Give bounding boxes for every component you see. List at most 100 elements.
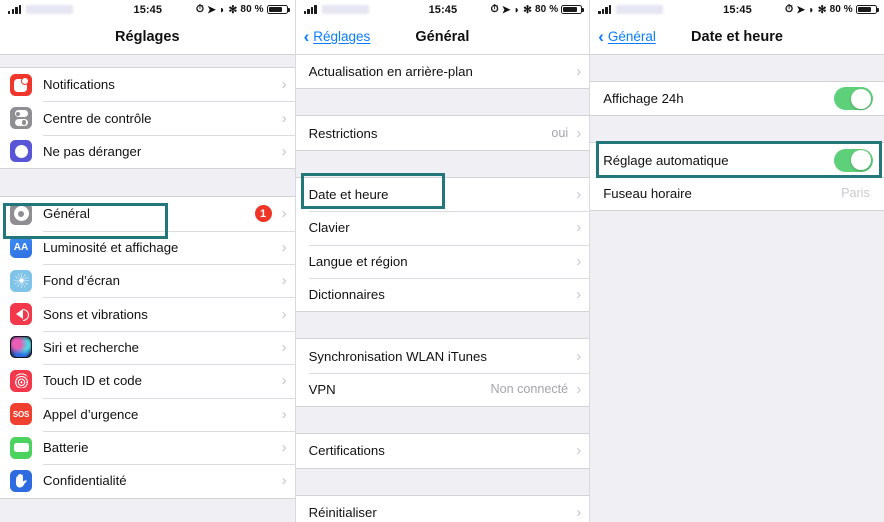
- bluetooth-icon: ✻: [523, 3, 532, 16]
- list-item-label: Siri et recherche: [43, 339, 140, 355]
- chevron-right-icon: ›: [576, 286, 582, 304]
- chevron-right-icon: ›: [281, 272, 287, 290]
- back-button-general[interactable]: ‹ Général: [598, 28, 656, 45]
- list-item-date-et-heure[interactable]: Date et heure ›: [295, 177, 590, 212]
- bluetooth-icon: ✻: [817, 3, 827, 16]
- list-item-fond-decran[interactable]: Fond d’écran ›: [0, 263, 295, 298]
- chevron-right-icon: ›: [281, 439, 287, 457]
- nav-bar-reglages: Réglages: [0, 19, 295, 55]
- chevron-right-icon: ›: [576, 252, 582, 270]
- carrier-name-redacted: [26, 5, 74, 14]
- list-item-langue-et-region[interactable]: Langue et région ›: [295, 244, 590, 278]
- status-bar-left: [8, 5, 133, 14]
- list-item-ne-pas-deranger[interactable]: Ne pas déranger ›: [0, 134, 295, 169]
- list-item-restrictions[interactable]: Restrictions oui ›: [295, 116, 590, 150]
- status-bar-left: [303, 5, 429, 14]
- list-item-reinitialiser[interactable]: Réinitialiser ›: [295, 495, 590, 522]
- settings-list-general[interactable]: Actualisation en arrière-plan › Restrict…: [295, 55, 590, 522]
- settings-group-1: Notifications › Centre de contrôle › Ne …: [0, 67, 295, 170]
- wallpaper-icon: [10, 269, 32, 292]
- section-gap: [295, 407, 590, 434]
- do-not-disturb-icon: [10, 140, 32, 163]
- list-item-value: Paris: [841, 186, 870, 201]
- section-gap: [0, 169, 295, 197]
- panel-general: 15:45 ⏱ ➤ ◗ ✻ 80 % ‹ Réglages Général Ac…: [294, 0, 590, 522]
- status-bar: 15:45 ⏱ ➤ ◗ ✻ 80 %: [0, 0, 295, 19]
- list-item-label: Réglage automatique: [603, 152, 729, 168]
- page-title: Réglages: [115, 28, 180, 45]
- list-item-confidentialite[interactable]: Confidentialité ›: [0, 464, 295, 498]
- section-gap: [590, 116, 884, 143]
- list-item-actualisation-arriere-plan[interactable]: Actualisation en arrière-plan ›: [295, 55, 590, 89]
- back-button-label: Général: [607, 29, 656, 44]
- settings-group-2: Général 1 › AA Luminosité et affichage ›…: [0, 196, 295, 499]
- list-item-label: Confidentialité: [43, 473, 127, 489]
- list-item-label: Général: [43, 206, 90, 222]
- chevron-right-icon: ›: [576, 219, 582, 237]
- sos-icon: SOS: [10, 403, 32, 426]
- settings-group-2: Restrictions oui ›: [295, 115, 590, 151]
- list-item-sons-et-vibrations[interactable]: Sons et vibrations ›: [0, 297, 295, 331]
- list-item-reglage-automatique[interactable]: Réglage automatique: [590, 143, 884, 177]
- toggle-affichage-24h[interactable]: [833, 87, 873, 111]
- toggle-reglage-automatique[interactable]: [833, 148, 873, 172]
- settings-list-reglages[interactable]: Notifications › Centre de contrôle › Ne …: [0, 55, 295, 522]
- list-item-label: Clavier: [308, 220, 350, 236]
- list-item-clavier[interactable]: Clavier ›: [295, 211, 590, 245]
- list-item-label: Actualisation en arrière-plan: [308, 64, 473, 80]
- chevron-right-icon: ›: [281, 142, 287, 160]
- settings-group-3: Date et heure › Clavier › Langue et régi…: [295, 176, 590, 313]
- do-not-disturb-icon: ◗: [219, 3, 226, 16]
- chevron-right-icon: ›: [576, 124, 582, 142]
- section-gap: [0, 55, 295, 67]
- brightness-icon: AA: [10, 236, 32, 259]
- battery-icon: [10, 436, 32, 459]
- settings-group-5: Certifications ›: [295, 433, 590, 469]
- chevron-right-icon: ›: [576, 63, 582, 81]
- list-item-label: Notifications: [43, 77, 115, 93]
- list-item-label: Luminosité et affichage: [43, 239, 179, 255]
- list-item-label: Appel d’urgence: [43, 406, 139, 422]
- list-item-touch-id-et-code[interactable]: Touch ID et code ›: [0, 364, 295, 398]
- list-item-label: Fond d’écran: [43, 273, 120, 289]
- list-item-certifications[interactable]: Certifications ›: [295, 434, 590, 468]
- list-item-dictionnaires[interactable]: Dictionnaires ›: [295, 277, 590, 312]
- list-item-centre-de-controle[interactable]: Centre de contrôle ›: [0, 101, 295, 135]
- chevron-left-icon: ‹: [303, 27, 310, 46]
- back-button-reglages[interactable]: ‹ Réglages: [304, 28, 371, 45]
- battery-icon: [561, 4, 585, 15]
- status-bar-right: ⏱ ➤ ◗ ✻ 80 %: [162, 3, 290, 16]
- list-item-label: Sons et vibrations: [43, 306, 148, 322]
- list-item-batterie[interactable]: Batterie ›: [0, 430, 295, 465]
- chevron-right-icon: ›: [281, 305, 287, 323]
- list-item-synchronisation-wlan-itunes[interactable]: Synchronisation WLAN iTunes ›: [295, 339, 590, 373]
- alarm-icon: ⏱: [195, 3, 205, 15]
- gear-icon: [10, 202, 32, 225]
- section-gap: [590, 55, 884, 81]
- list-item-notifications[interactable]: Notifications ›: [0, 68, 295, 102]
- list-item-label: Restrictions: [308, 125, 378, 141]
- settings-list-date-et-heure[interactable]: Affichage 24h Réglage automatique Fuseau…: [590, 55, 884, 522]
- list-item-siri-et-recherche[interactable]: Siri et recherche ›: [0, 330, 295, 365]
- control-center-icon: [10, 107, 32, 130]
- chevron-right-icon: ›: [576, 503, 582, 521]
- settings-group-2: Réglage automatique Fuseau horaire Paris: [590, 142, 884, 212]
- chevron-right-icon: ›: [281, 372, 287, 390]
- carrier-name-redacted: [321, 5, 369, 14]
- battery-percent-label: 80 %: [535, 4, 559, 15]
- list-item-luminosite-et-affichage[interactable]: AA Luminosité et affichage ›: [0, 230, 295, 264]
- list-item-affichage-24h[interactable]: Affichage 24h: [590, 82, 884, 116]
- battery-percent-label: 80 %: [240, 4, 264, 15]
- list-item-appel-durgence[interactable]: SOS Appel d’urgence ›: [0, 397, 295, 431]
- battery-icon: [266, 4, 290, 15]
- do-not-disturb-icon: ◗: [808, 3, 815, 16]
- chevron-right-icon: ›: [281, 238, 287, 256]
- list-item-general[interactable]: Général 1 ›: [0, 197, 295, 231]
- list-item-fuseau-horaire[interactable]: Fuseau horaire Paris: [590, 176, 884, 211]
- notifications-icon: [10, 73, 32, 96]
- chevron-right-icon: ›: [281, 472, 287, 490]
- list-item-vpn[interactable]: VPN Non connecté ›: [295, 372, 590, 407]
- list-item-label: Dictionnaires: [308, 287, 385, 303]
- section-gap: [295, 468, 590, 495]
- chevron-right-icon: ›: [576, 380, 582, 398]
